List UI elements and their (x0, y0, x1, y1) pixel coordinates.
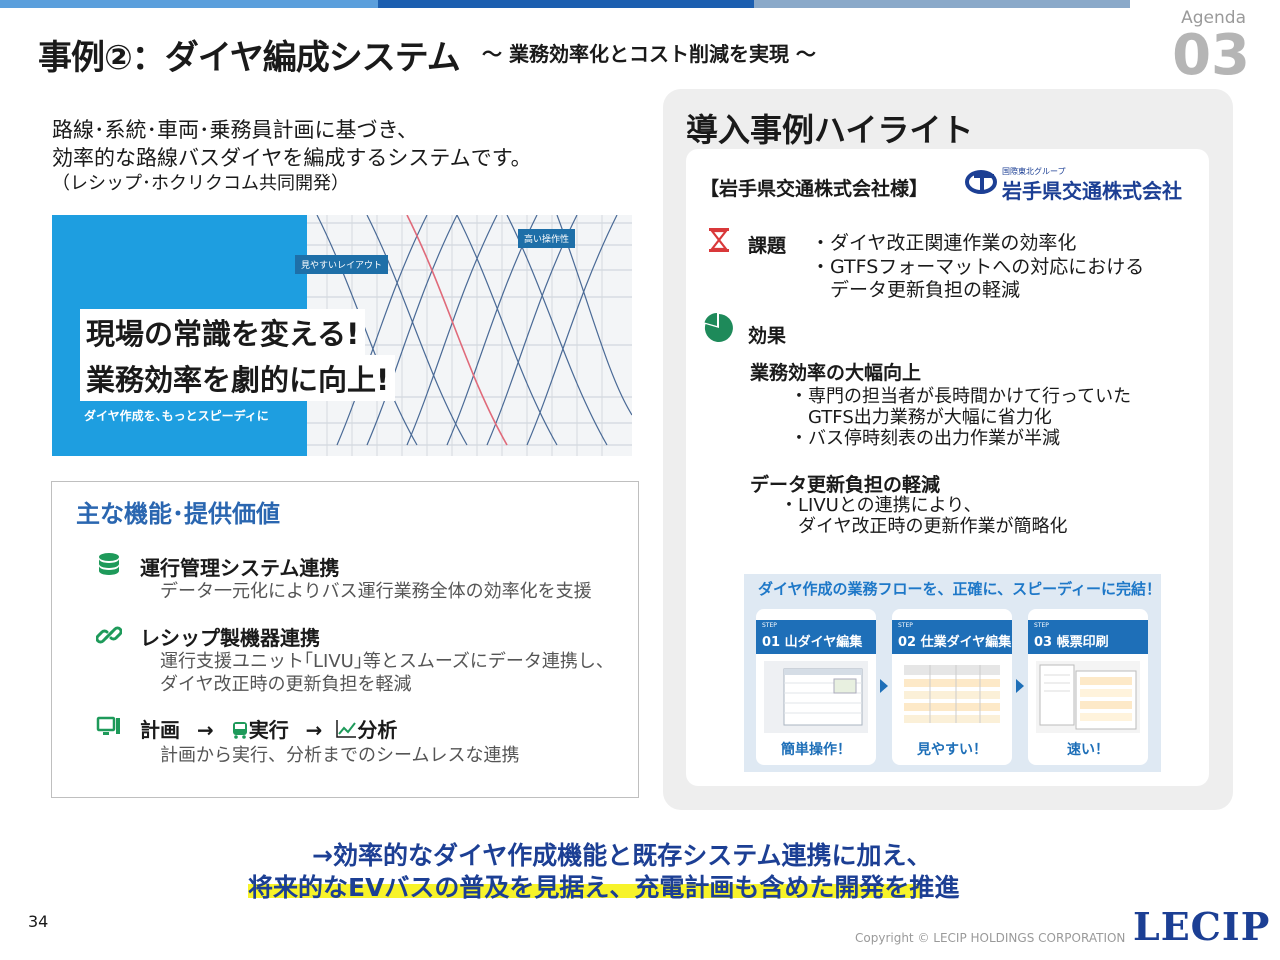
intro-line: 効率的な路線バスダイヤを編成するシステムです。 (52, 146, 532, 170)
step-tag: STEP (762, 622, 777, 629)
intro-note: （レシップ･ホクリクコム共同開発） (52, 173, 349, 194)
bus-icon (232, 722, 247, 739)
step-tag: STEP (1034, 622, 1049, 629)
effect-title: データ更新負担の軽減 (750, 474, 941, 496)
effect-title: 業務効率の大幅向上 (750, 362, 922, 384)
intro-line: 路線･系統･車両･乗務員計画に基づき、 (52, 118, 419, 142)
pie-chart-icon (704, 313, 734, 347)
effect-line: ダイヤ改正時の更新作業が簡略化 (780, 516, 1068, 537)
client-logo: 国際東北グループ 岩手県交通株式会社 (964, 167, 1182, 203)
hourglass-icon (708, 227, 730, 257)
hero-bubble: 見やすいレイアウト (295, 255, 389, 274)
workflow-banner: ダイヤ作成の業務フローを、正確に、スピーディーに完結！ STEP 01 山ダイヤ… (744, 574, 1161, 772)
link-icon (95, 622, 123, 648)
copyright-text: Copyright © LECIP HOLDINGS CORPORATION (855, 931, 1126, 945)
agenda-number: 03 (1172, 23, 1250, 88)
page-subtitle: ～ 業務効率化とコスト削減を実現 ～ (482, 42, 816, 66)
step-caption: 見やすい！ (917, 742, 987, 758)
company-logo: LECIP (1133, 904, 1271, 949)
page-number: 34 (28, 912, 49, 931)
feature-title: 運行管理システム連携 (140, 556, 340, 580)
hero-headline: 現場の常識を変える! (80, 309, 366, 355)
feature-desc: 計画から実行、分析までのシームレスな連携 (160, 745, 520, 766)
feature-title: レシップ製機器連携 (140, 626, 320, 650)
features-heading: 主な機能･提供価値 (76, 500, 280, 528)
effect-label: 効果 (748, 325, 787, 347)
issue-line: ・GTFSフォーマットへの対応における (811, 256, 1145, 278)
feature-desc: 運行支援ユニット｢LIVU｣等とスムーズにデータ連携し、 (160, 651, 614, 672)
page-title: 事例②：ダイヤ編成システム (38, 38, 461, 78)
workflow-heading: ダイヤ作成の業務フローを、正確に、スピーディーに完結！ (758, 580, 1162, 598)
features-box: 主な機能･提供価値 運行管理システム連携 データ一元化によりバス運行業務全体の効… (51, 481, 639, 798)
step-screenshot (900, 661, 1004, 733)
step-name: 03 帳票印刷 (1034, 635, 1109, 650)
highlight-heading: 導入事例ハイライト (686, 111, 974, 149)
effect-line: ・LIVUとの連携により、 (780, 495, 982, 516)
step-screenshot (764, 661, 868, 733)
monitor-icon (96, 714, 122, 740)
feature-desc: データ一元化によりバス運行業務全体の効率化を支援 (160, 581, 592, 602)
conclusion-line: 将来的なEVバスの普及を見据え、充電計画も含めた開発を推進 (248, 873, 960, 902)
logo-company-text: 岩手県交通株式会社 (1002, 179, 1182, 203)
flow-arrow: → (196, 718, 214, 742)
issue-label: 課題 (748, 235, 787, 257)
hero-tagline: ダイヤ作成を､もっとスピーディに (84, 409, 269, 423)
flow-arrow: → (305, 718, 323, 742)
product-hero-image: 現場の常識を変える! 業務効率を劇的に向上! ダイヤ作成を､もっとスピーディに … (52, 215, 632, 456)
issue-line: データ更新負担の軽減 (811, 279, 1021, 301)
workflow-step: STEP 03 帳票印刷 速い！ (1028, 609, 1148, 765)
chart-line-icon (336, 720, 357, 738)
feature-title-flow: 計画 → 実行 → 分析 (140, 714, 397, 743)
intro-text: 路線･系統･車両･乗務員計画に基づき、 効率的な路線バスダイヤを編成するシステム… (52, 116, 532, 196)
run-label: 実行 (248, 718, 289, 742)
step-name: 02 仕業ダイヤ編集 (898, 635, 1012, 650)
top-accent-bar (0, 0, 1130, 8)
effect-line: ・バス停時刻表の出力作業が半減 (790, 428, 1060, 449)
step-caption: 簡単操作！ (781, 742, 851, 758)
client-logo-mark (965, 170, 997, 194)
plan-label: 計画 (140, 718, 180, 742)
case-card: 【岩手県交通株式会社様】 国際東北グループ 岩手県交通株式会社 課題 ・ダイヤ改… (686, 149, 1209, 786)
hero-bubble: 高い操作性 (518, 229, 576, 248)
analyze-label: 分析 (357, 718, 398, 742)
step-caption: 速い！ (1067, 742, 1109, 758)
step-arrow (880, 679, 888, 693)
effect-line: ・専門の担当者が長時間かけて行っていた (790, 386, 1132, 407)
step-tag: STEP (898, 622, 913, 629)
step-screenshot (1036, 661, 1140, 733)
client-name: 【岩手県交通株式会社様】 (700, 178, 929, 200)
workflow-step: STEP 01 山ダイヤ編集 簡単操作！ (756, 609, 876, 765)
conclusion-line: →効率的なダイヤ作成機能と既存システム連携に加え、 (312, 841, 932, 870)
database-icon (96, 552, 122, 578)
workflow-step: STEP 02 仕業ダイヤ編集 見やすい！ (892, 609, 1012, 765)
hero-headline: 業務効率を劇的に向上! (80, 355, 396, 401)
step-arrow (1016, 679, 1024, 693)
step-name: 01 山ダイヤ編集 (762, 635, 863, 650)
case-highlight-panel: 導入事例ハイライト 【岩手県交通株式会社様】 国際東北グループ 岩手県交通株式会… (663, 89, 1233, 810)
effect-line: GTFS出力業務が大幅に省力化 (790, 407, 1052, 428)
issue-line: ・ダイヤ改正関連作業の効率化 (811, 232, 1077, 254)
feature-desc: ダイヤ改正時の更新負担を軽減 (160, 674, 412, 695)
